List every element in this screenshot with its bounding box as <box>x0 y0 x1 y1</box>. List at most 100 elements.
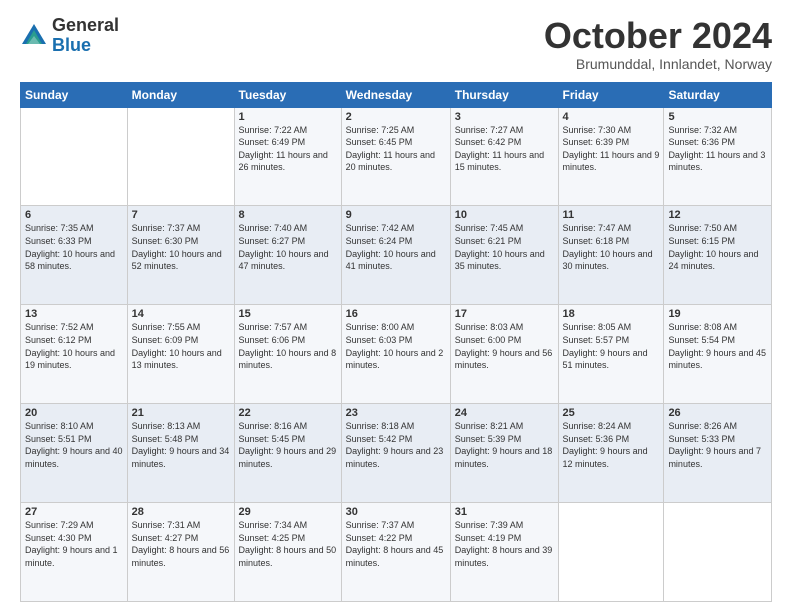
calendar-cell: 28Sunrise: 7:31 AM Sunset: 4:27 PM Dayli… <box>127 503 234 602</box>
day-number: 28 <box>132 506 230 518</box>
day-number: 6 <box>25 209 123 221</box>
day-number: 16 <box>346 308 446 320</box>
calendar-cell: 25Sunrise: 8:24 AM Sunset: 5:36 PM Dayli… <box>558 404 664 503</box>
calendar-cell: 9Sunrise: 7:42 AM Sunset: 6:24 PM Daylig… <box>341 206 450 305</box>
calendar-cell: 3Sunrise: 7:27 AM Sunset: 6:42 PM Daylig… <box>450 107 558 206</box>
col-friday: Friday <box>558 82 664 107</box>
calendar-cell: 4Sunrise: 7:30 AM Sunset: 6:39 PM Daylig… <box>558 107 664 206</box>
day-info: Sunrise: 7:22 AM Sunset: 6:49 PM Dayligh… <box>239 124 337 174</box>
col-sunday: Sunday <box>21 82 128 107</box>
calendar-cell: 1Sunrise: 7:22 AM Sunset: 6:49 PM Daylig… <box>234 107 341 206</box>
day-info: Sunrise: 7:32 AM Sunset: 6:36 PM Dayligh… <box>668 124 767 174</box>
day-info: Sunrise: 8:13 AM Sunset: 5:48 PM Dayligh… <box>132 420 230 470</box>
day-info: Sunrise: 7:31 AM Sunset: 4:27 PM Dayligh… <box>132 519 230 569</box>
calendar-cell: 27Sunrise: 7:29 AM Sunset: 4:30 PM Dayli… <box>21 503 128 602</box>
day-info: Sunrise: 7:40 AM Sunset: 6:27 PM Dayligh… <box>239 222 337 272</box>
day-number: 21 <box>132 407 230 419</box>
day-number: 19 <box>668 308 767 320</box>
day-number: 25 <box>563 407 660 419</box>
day-info: Sunrise: 7:50 AM Sunset: 6:15 PM Dayligh… <box>668 222 767 272</box>
calendar-cell: 26Sunrise: 8:26 AM Sunset: 5:33 PM Dayli… <box>664 404 772 503</box>
calendar-cell: 11Sunrise: 7:47 AM Sunset: 6:18 PM Dayli… <box>558 206 664 305</box>
logo-text: General Blue <box>52 16 119 56</box>
logo: General Blue <box>20 16 119 56</box>
day-info: Sunrise: 8:05 AM Sunset: 5:57 PM Dayligh… <box>563 321 660 371</box>
calendar-cell: 7Sunrise: 7:37 AM Sunset: 6:30 PM Daylig… <box>127 206 234 305</box>
calendar-cell: 5Sunrise: 7:32 AM Sunset: 6:36 PM Daylig… <box>664 107 772 206</box>
day-info: Sunrise: 7:34 AM Sunset: 4:25 PM Dayligh… <box>239 519 337 569</box>
day-info: Sunrise: 8:21 AM Sunset: 5:39 PM Dayligh… <box>455 420 554 470</box>
calendar-table: Sunday Monday Tuesday Wednesday Thursday… <box>20 82 772 602</box>
calendar-cell: 24Sunrise: 8:21 AM Sunset: 5:39 PM Dayli… <box>450 404 558 503</box>
calendar-week-3: 13Sunrise: 7:52 AM Sunset: 6:12 PM Dayli… <box>21 305 772 404</box>
day-number: 29 <box>239 506 337 518</box>
calendar-cell: 17Sunrise: 8:03 AM Sunset: 6:00 PM Dayli… <box>450 305 558 404</box>
day-number: 7 <box>132 209 230 221</box>
day-info: Sunrise: 7:29 AM Sunset: 4:30 PM Dayligh… <box>25 519 123 569</box>
day-number: 9 <box>346 209 446 221</box>
day-info: Sunrise: 7:37 AM Sunset: 6:30 PM Dayligh… <box>132 222 230 272</box>
day-number: 18 <box>563 308 660 320</box>
day-info: Sunrise: 8:10 AM Sunset: 5:51 PM Dayligh… <box>25 420 123 470</box>
day-number: 10 <box>455 209 554 221</box>
day-number: 22 <box>239 407 337 419</box>
day-number: 24 <box>455 407 554 419</box>
day-info: Sunrise: 7:52 AM Sunset: 6:12 PM Dayligh… <box>25 321 123 371</box>
day-info: Sunrise: 8:00 AM Sunset: 6:03 PM Dayligh… <box>346 321 446 371</box>
day-number: 20 <box>25 407 123 419</box>
day-number: 17 <box>455 308 554 320</box>
day-number: 8 <box>239 209 337 221</box>
logo-blue: Blue <box>52 36 119 56</box>
calendar-cell: 23Sunrise: 8:18 AM Sunset: 5:42 PM Dayli… <box>341 404 450 503</box>
calendar-cell: 18Sunrise: 8:05 AM Sunset: 5:57 PM Dayli… <box>558 305 664 404</box>
calendar-cell: 6Sunrise: 7:35 AM Sunset: 6:33 PM Daylig… <box>21 206 128 305</box>
calendar-cell: 16Sunrise: 8:00 AM Sunset: 6:03 PM Dayli… <box>341 305 450 404</box>
calendar-cell: 31Sunrise: 7:39 AM Sunset: 4:19 PM Dayli… <box>450 503 558 602</box>
day-info: Sunrise: 7:39 AM Sunset: 4:19 PM Dayligh… <box>455 519 554 569</box>
day-number: 5 <box>668 111 767 123</box>
day-info: Sunrise: 8:16 AM Sunset: 5:45 PM Dayligh… <box>239 420 337 470</box>
day-info: Sunrise: 7:55 AM Sunset: 6:09 PM Dayligh… <box>132 321 230 371</box>
calendar-cell: 21Sunrise: 8:13 AM Sunset: 5:48 PM Dayli… <box>127 404 234 503</box>
day-number: 15 <box>239 308 337 320</box>
day-info: Sunrise: 8:08 AM Sunset: 5:54 PM Dayligh… <box>668 321 767 371</box>
day-number: 26 <box>668 407 767 419</box>
calendar-cell: 19Sunrise: 8:08 AM Sunset: 5:54 PM Dayli… <box>664 305 772 404</box>
calendar-cell: 29Sunrise: 7:34 AM Sunset: 4:25 PM Dayli… <box>234 503 341 602</box>
day-info: Sunrise: 8:24 AM Sunset: 5:36 PM Dayligh… <box>563 420 660 470</box>
calendar-header: Sunday Monday Tuesday Wednesday Thursday… <box>21 82 772 107</box>
day-number: 11 <box>563 209 660 221</box>
day-info: Sunrise: 8:26 AM Sunset: 5:33 PM Dayligh… <box>668 420 767 470</box>
day-number: 2 <box>346 111 446 123</box>
day-info: Sunrise: 7:35 AM Sunset: 6:33 PM Dayligh… <box>25 222 123 272</box>
title-block: October 2024 Brumunddal, Innlandet, Norw… <box>544 16 772 72</box>
calendar-cell <box>127 107 234 206</box>
col-thursday: Thursday <box>450 82 558 107</box>
calendar-cell <box>664 503 772 602</box>
header-row: Sunday Monday Tuesday Wednesday Thursday… <box>21 82 772 107</box>
day-number: 13 <box>25 308 123 320</box>
day-number: 4 <box>563 111 660 123</box>
calendar-body: 1Sunrise: 7:22 AM Sunset: 6:49 PM Daylig… <box>21 107 772 601</box>
location: Brumunddal, Innlandet, Norway <box>544 56 772 72</box>
day-number: 27 <box>25 506 123 518</box>
calendar-cell: 22Sunrise: 8:16 AM Sunset: 5:45 PM Dayli… <box>234 404 341 503</box>
calendar-week-2: 6Sunrise: 7:35 AM Sunset: 6:33 PM Daylig… <box>21 206 772 305</box>
day-number: 12 <box>668 209 767 221</box>
col-wednesday: Wednesday <box>341 82 450 107</box>
header: General Blue October 2024 Brumunddal, In… <box>20 16 772 72</box>
day-info: Sunrise: 7:30 AM Sunset: 6:39 PM Dayligh… <box>563 124 660 174</box>
day-info: Sunrise: 7:27 AM Sunset: 6:42 PM Dayligh… <box>455 124 554 174</box>
calendar-cell <box>558 503 664 602</box>
calendar-cell: 13Sunrise: 7:52 AM Sunset: 6:12 PM Dayli… <box>21 305 128 404</box>
calendar-cell: 10Sunrise: 7:45 AM Sunset: 6:21 PM Dayli… <box>450 206 558 305</box>
calendar-cell: 8Sunrise: 7:40 AM Sunset: 6:27 PM Daylig… <box>234 206 341 305</box>
month-title: October 2024 <box>544 16 772 56</box>
day-number: 14 <box>132 308 230 320</box>
calendar-week-1: 1Sunrise: 7:22 AM Sunset: 6:49 PM Daylig… <box>21 107 772 206</box>
calendar-cell: 12Sunrise: 7:50 AM Sunset: 6:15 PM Dayli… <box>664 206 772 305</box>
col-monday: Monday <box>127 82 234 107</box>
page: General Blue October 2024 Brumunddal, In… <box>0 0 792 612</box>
logo-icon <box>20 22 48 50</box>
col-tuesday: Tuesday <box>234 82 341 107</box>
